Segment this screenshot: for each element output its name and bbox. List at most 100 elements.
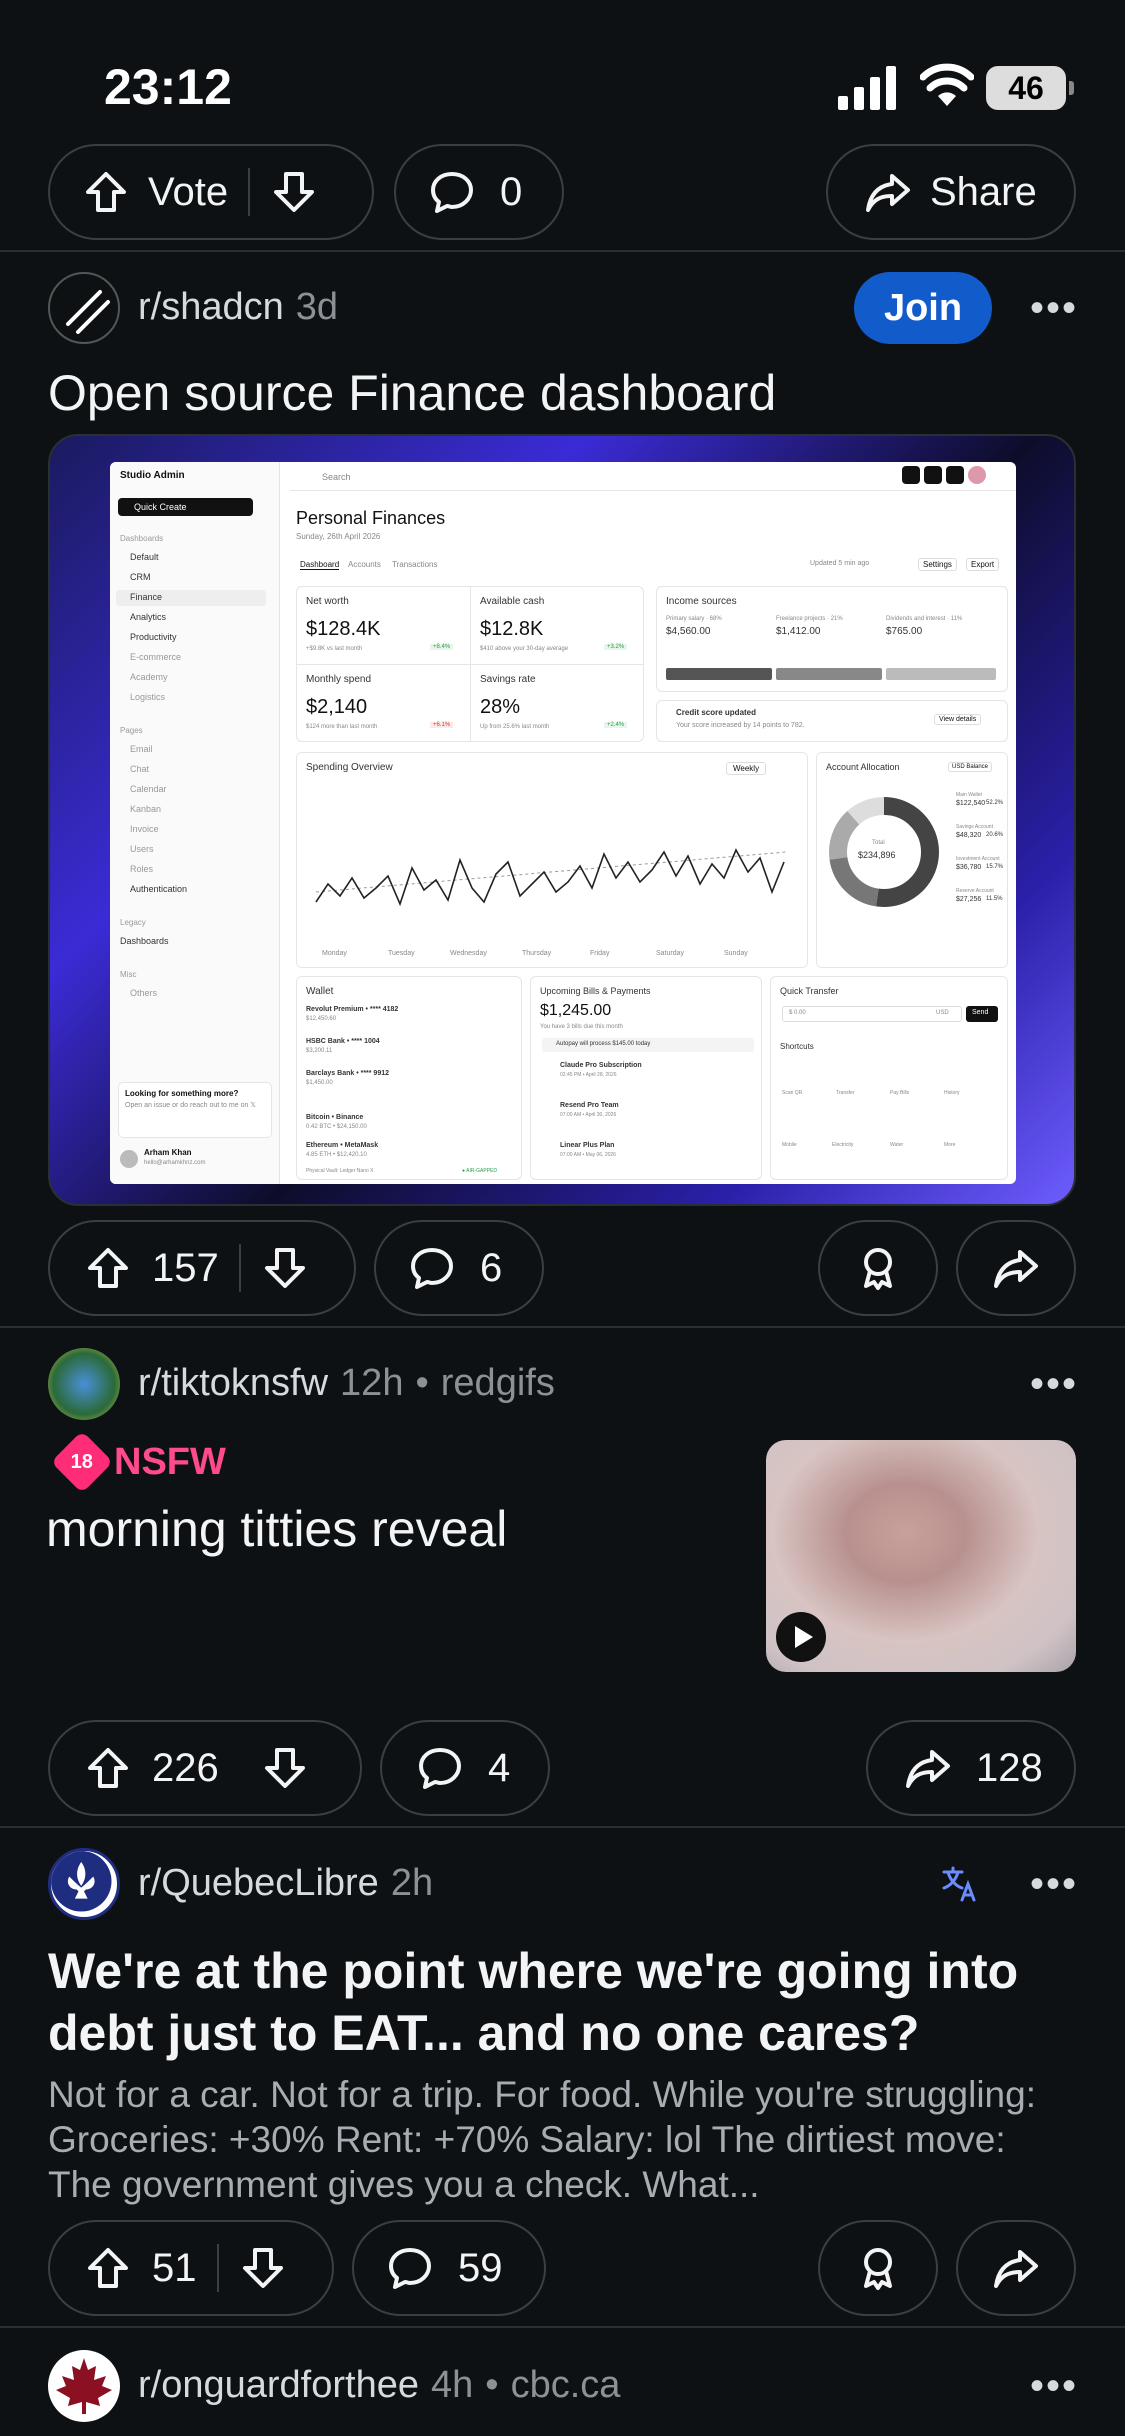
subreddit-avatar[interactable]	[48, 272, 120, 344]
bill-time: 07:00 AM • May 06, 2026	[560, 1152, 616, 1158]
sidebar-item: Users	[130, 844, 154, 854]
subreddit-name[interactable]: r/onguardforthee	[138, 2364, 419, 2407]
status-time: 23:12	[104, 59, 232, 115]
upvote-icon[interactable]	[84, 1244, 132, 1292]
sidebar-item: Invoice	[130, 824, 159, 834]
wallet-item-amount: $3,200.11	[306, 1048, 333, 1054]
post-header: r/onguardforthee 4h • cbc.ca	[138, 2364, 620, 2407]
comments-button[interactable]: 0	[394, 144, 564, 240]
post-title[interactable]: morning titties reveal	[46, 1498, 507, 1560]
comment-count: 0	[500, 169, 523, 214]
dashboard-settings: Settings	[918, 558, 957, 571]
kpi-note: $410 above your 30-day average	[480, 646, 569, 652]
play-icon[interactable]	[776, 1612, 826, 1662]
award-button[interactable]	[818, 2220, 938, 2316]
more-options-icon[interactable]: •••	[1030, 2364, 1078, 2409]
comments-button[interactable]: 6	[374, 1220, 544, 1316]
vote-control[interactable]: 51	[48, 2220, 334, 2316]
wallet-item-name: Barclays Bank • **** 9912	[306, 1070, 390, 1077]
subreddit-name[interactable]: r/shadcn	[138, 286, 284, 329]
shortcut-label: Mobile	[782, 1142, 797, 1148]
nsfw-label: NSFW	[114, 1440, 226, 1483]
shadcn-logo-icon	[66, 290, 110, 334]
upvote-icon[interactable]	[84, 1744, 132, 1792]
share-icon	[994, 2250, 1038, 2288]
chart-x-label: Tuesday	[388, 950, 415, 957]
sidebar-item: Roles	[130, 864, 154, 874]
dashboard-updated: Updated 5 min ago	[810, 560, 870, 567]
upvote-count: 157	[152, 1245, 219, 1290]
comment-icon	[389, 2248, 431, 2289]
downvote-icon	[274, 172, 315, 212]
vote-label: Vote	[148, 169, 229, 214]
dashboard-brand: Studio Admin	[120, 470, 185, 481]
more-options-icon[interactable]: •••	[1030, 286, 1078, 331]
share-button[interactable]	[956, 2220, 1076, 2316]
comment-icon	[411, 1248, 453, 1289]
more-options-icon[interactable]: •••	[1030, 1862, 1078, 1907]
share-button[interactable]	[956, 1220, 1076, 1316]
post-image[interactable]: Studio Admin Quick Create Dashboards Def…	[48, 434, 1076, 1206]
downvote-icon[interactable]	[261, 1744, 309, 1792]
wallet-item-name: Revolut Premium • **** 4182	[306, 1006, 399, 1013]
post-domain[interactable]: cbc.ca	[511, 2364, 621, 2407]
sidebar-item: Authentication	[130, 884, 188, 894]
kpi-delta: +8.4%	[430, 644, 454, 650]
vote-control[interactable]: 226	[48, 1720, 362, 1816]
sidebar-section: Legacy	[120, 918, 146, 927]
post-title[interactable]: We're at the point where we're going int…	[48, 1940, 1088, 2064]
upvote-count: 226	[152, 1745, 219, 1790]
share-button[interactable]: 128	[866, 1720, 1076, 1816]
join-button[interactable]: Join	[854, 272, 992, 344]
dashboard-export: Export	[966, 558, 1000, 571]
allocation-label: Investment Account	[956, 856, 1000, 862]
share-button[interactable]: Share	[826, 144, 1076, 240]
upvote-icon[interactable]	[84, 2244, 132, 2292]
translate-icon[interactable]	[940, 1864, 980, 1904]
subreddit-avatar[interactable]	[48, 1848, 120, 1920]
subreddit-name[interactable]: r/QuebecLibre	[138, 1862, 379, 1905]
vote-divider	[238, 1244, 241, 1292]
bill-name: Resend Pro Team	[560, 1102, 619, 1109]
dashboard-tab: Accounts	[348, 560, 381, 569]
vote-control[interactable]: 157	[48, 1220, 356, 1316]
kpi-value: 28%	[480, 696, 521, 718]
comment-count: 4	[488, 1745, 511, 1790]
sidebar-item: Calendar	[130, 784, 167, 794]
kpi-label: Monthly spend	[306, 674, 372, 685]
downvote-icon[interactable]	[239, 2244, 287, 2292]
subreddit-name[interactable]: r/tiktoknsfw	[138, 1362, 328, 1405]
more-options-icon[interactable]: •••	[1030, 1362, 1078, 1407]
income-bar	[776, 668, 882, 680]
spending-range: Weekly	[726, 762, 767, 775]
post-thumbnail[interactable]	[766, 1440, 1076, 1672]
allocation-label: Savings Account	[956, 824, 993, 830]
subreddit-avatar[interactable]	[48, 1348, 120, 1420]
award-button[interactable]	[818, 1220, 938, 1316]
topbar-icon	[924, 466, 942, 484]
comments-button[interactable]: 59	[352, 2220, 546, 2316]
downvote-icon[interactable]	[261, 1244, 309, 1292]
user-email: hello@arhamkhnz.com	[144, 1160, 206, 1166]
post-age: 4h	[430, 2364, 474, 2406]
comments-button[interactable]: 4	[380, 1720, 550, 1816]
allocation-value: $36,780	[956, 864, 982, 871]
nsfw-tag: 18 NSFW	[50, 1430, 226, 1494]
sidebar-item: Dashboards	[120, 936, 169, 946]
subreddit-avatar[interactable]	[48, 2350, 120, 2422]
sidebar-item: Chat	[130, 764, 150, 774]
income-value: $4,560.00	[666, 626, 711, 637]
post-title[interactable]: Open source Finance dashboard	[48, 362, 776, 424]
help-card: Looking for something more? Open an issu…	[118, 1082, 272, 1138]
post-domain[interactable]: redgifs	[441, 1362, 555, 1405]
donut-total-label: Total	[872, 840, 885, 846]
allocation-pct: 11.5%	[986, 896, 1003, 902]
vote-button[interactable]: Vote	[48, 144, 374, 240]
post-body[interactable]: Not for a car. Not for a trip. For food.…	[48, 2072, 1078, 2207]
spending-title: Spending Overview	[306, 762, 393, 773]
shortcut-label: Electricity	[832, 1142, 854, 1148]
sidebar-item: E-commerce	[130, 652, 182, 662]
sidebar-item-active: Finance	[116, 590, 266, 606]
kpi-delta: +6.1%	[430, 722, 454, 728]
kpi-delta: +2.4%	[604, 722, 628, 728]
